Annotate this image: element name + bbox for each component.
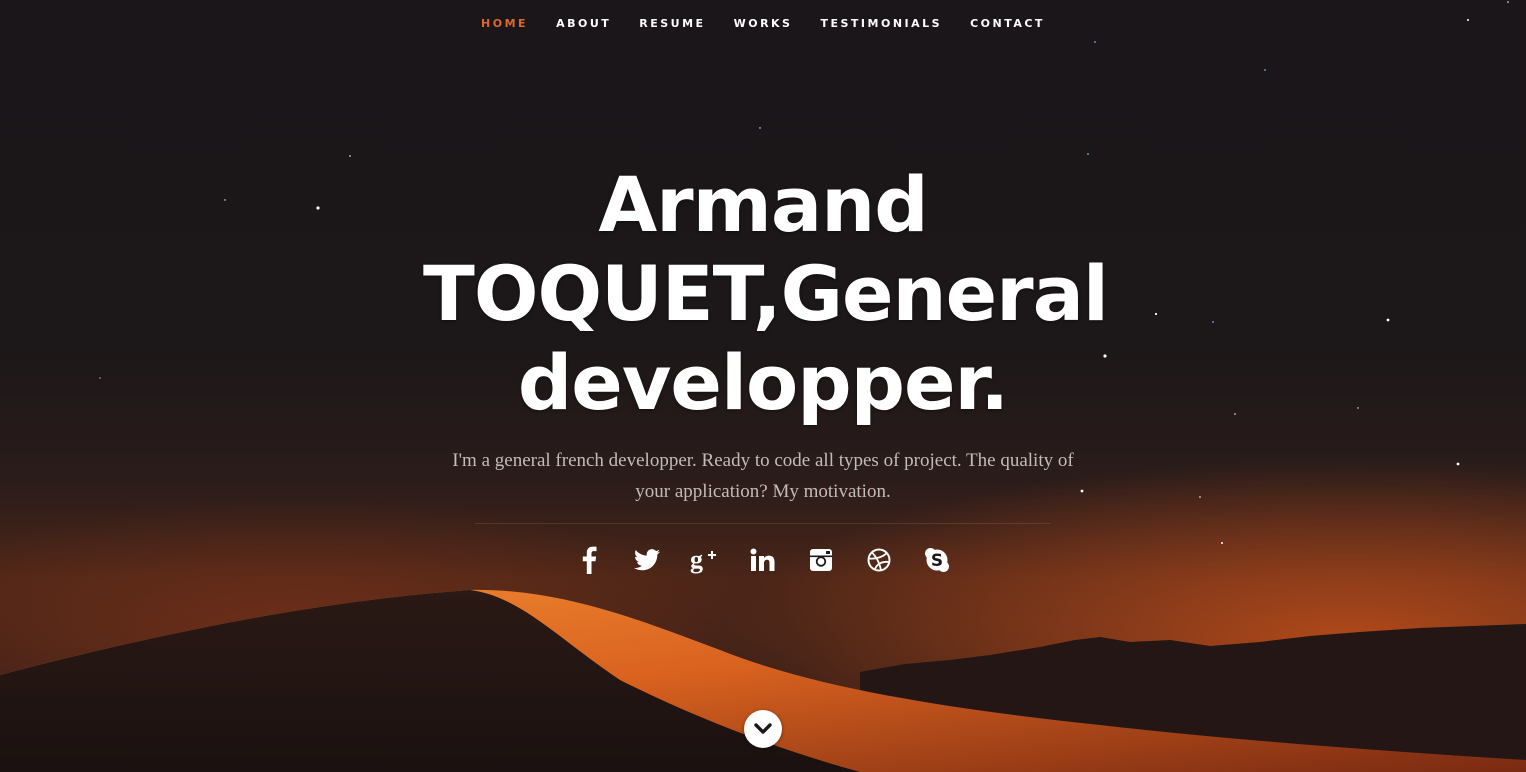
headline-line: developper.	[517, 338, 1009, 427]
social-links: g S	[571, 542, 955, 578]
scroll-down-button[interactable]	[744, 710, 782, 748]
nav-item-home[interactable]: HOME	[481, 17, 528, 30]
linkedin-icon[interactable]	[745, 542, 781, 578]
instagram-icon[interactable]	[803, 542, 839, 578]
nav-item-contact[interactable]: CONTACT	[970, 17, 1045, 30]
google-plus-icon[interactable]: g	[687, 542, 723, 578]
twitter-icon[interactable]	[629, 542, 665, 578]
main-navigation: HOME ABOUT RESUME WORKS TESTIMONIALS CON…	[0, 14, 1526, 32]
svg-text:S: S	[931, 551, 943, 571]
headline-line: TOQUET,General	[423, 249, 1109, 338]
headline: Armand TOQUET,General developper.	[423, 160, 1109, 427]
banner-text: Armand TOQUET,General developper. I'm a …	[0, 160, 1526, 579]
dribbble-icon[interactable]	[861, 542, 897, 578]
nav-item-about[interactable]: ABOUT	[556, 17, 611, 30]
svg-text:g: g	[690, 546, 703, 574]
skype-icon[interactable]: S	[919, 542, 955, 578]
hero-section: HOME ABOUT RESUME WORKS TESTIMONIALS CON…	[0, 0, 1526, 772]
nav-item-resume[interactable]: RESUME	[639, 17, 705, 30]
divider	[475, 523, 1051, 524]
facebook-icon[interactable]	[571, 542, 607, 578]
headline-line: Armand	[598, 160, 928, 249]
intro-text: I'm a general french developper. Ready t…	[452, 450, 1074, 502]
chevron-down-icon	[754, 723, 772, 734]
nav-item-testimonials[interactable]: TESTIMONIALS	[820, 17, 942, 30]
nav-item-works[interactable]: WORKS	[734, 17, 793, 30]
